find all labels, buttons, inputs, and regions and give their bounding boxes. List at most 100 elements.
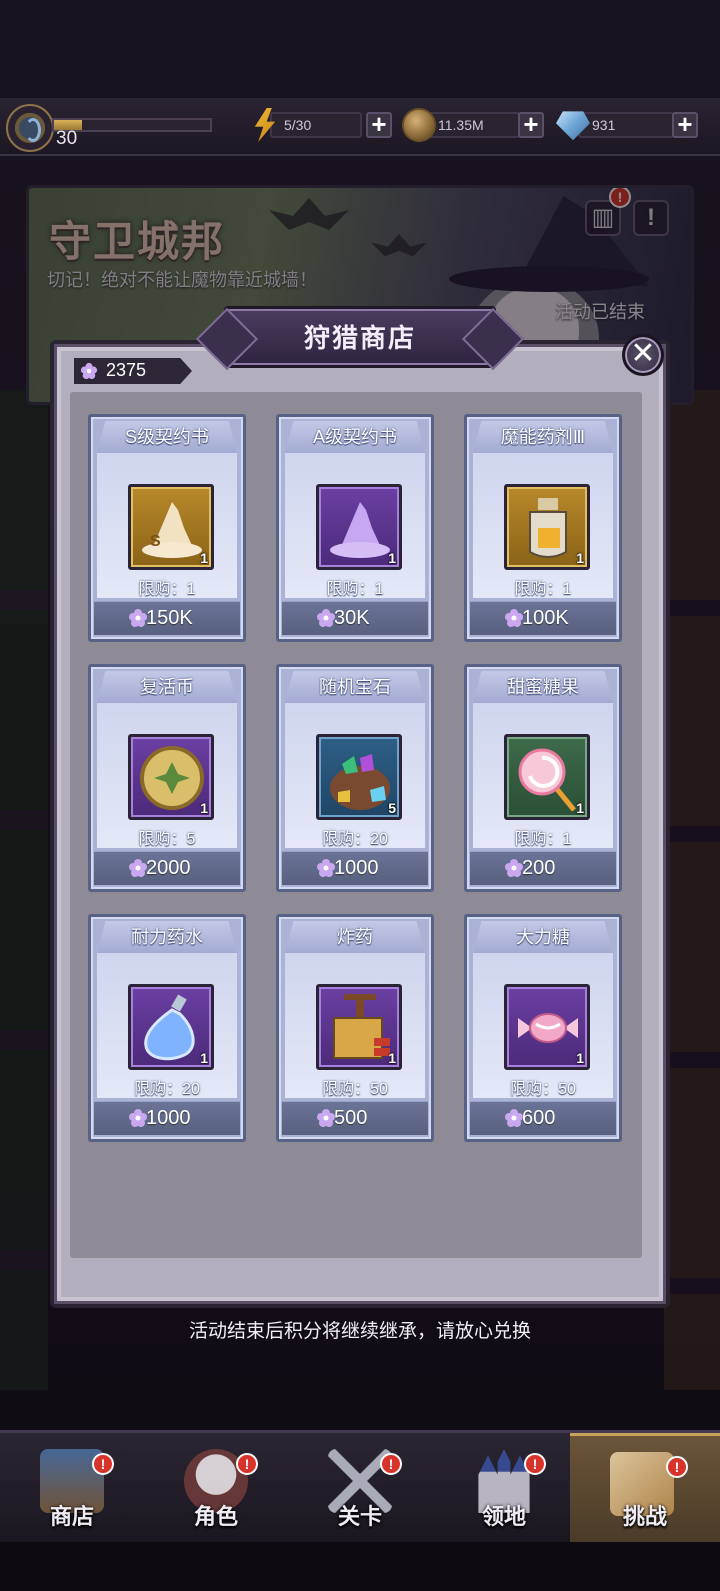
buy-price-button[interactable]: 1000 — [282, 851, 428, 885]
s-contract-book-icon: S1 — [128, 484, 214, 570]
purple-flower-icon — [129, 859, 147, 877]
purchase-limit: 限购：1 — [514, 581, 572, 598]
item-quantity: 1 — [200, 550, 208, 566]
purple-flower-icon — [317, 609, 335, 627]
coin-add-button[interactable]: + — [518, 111, 544, 138]
item-price: 150K — [146, 607, 193, 629]
coin-resource: 11.35M + — [402, 108, 544, 142]
buy-price-button[interactable]: 600 — [470, 1101, 616, 1135]
revive-coin-icon: 1 — [128, 734, 214, 820]
nav-stage[interactable]: ! 关卡 — [288, 1433, 432, 1545]
item-name: 耐力药水 — [131, 927, 203, 947]
purchase-limit: 限购：1 — [326, 581, 384, 598]
coin-icon — [402, 108, 436, 142]
purchase-limit: 限购：5 — [138, 831, 196, 848]
item-quantity: 1 — [576, 800, 584, 816]
gem-add-button[interactable]: + — [672, 111, 698, 138]
nav-label: 角色 — [193, 1504, 238, 1529]
notification-badge: ! — [380, 1453, 402, 1475]
item-price: 100K — [522, 607, 569, 629]
item-price: 2000 — [146, 857, 191, 879]
modal-title: 狩猎商店 — [303, 323, 416, 353]
close-button[interactable]: ✕ — [622, 334, 664, 376]
shop-item-card[interactable]: 耐力药水 1 限购：20 1000 — [88, 914, 246, 1142]
item-name: 甜蜜糖果 — [507, 677, 579, 697]
notification-badge: ! — [524, 1453, 546, 1475]
coin-value: 11.35M — [424, 112, 520, 138]
shop-item-card[interactable]: 魔能药剂Ⅲ 1 限购：1 100K — [464, 414, 622, 642]
item-name: A级契约书 — [312, 427, 397, 447]
item-name: S级契约书 — [124, 427, 209, 447]
energy-add-button[interactable]: + — [366, 111, 392, 138]
buy-price-button[interactable]: 30K — [282, 601, 428, 635]
item-quantity: 1 — [576, 1050, 584, 1066]
points-display: 2375 — [74, 358, 192, 384]
bottom-navigation: ! 商店 ! 角色 ! 关卡 ! 领地 ! 挑战 — [0, 1430, 720, 1545]
gem-value: 931 — [578, 112, 674, 138]
purple-flower-icon — [505, 609, 523, 627]
svg-text:S: S — [150, 533, 161, 550]
nav-character[interactable]: ! 角色 — [144, 1433, 288, 1545]
purchase-limit: 限购：20 — [134, 1081, 200, 1098]
purple-flower-icon — [129, 609, 147, 627]
purple-flower-icon — [505, 1109, 523, 1127]
item-price: 1000 — [334, 857, 379, 879]
nav-label: 领地 — [481, 1504, 526, 1529]
player-level: 30 — [56, 128, 78, 149]
buy-price-button[interactable]: 100K — [470, 601, 616, 635]
buy-price-button[interactable]: 1000 — [94, 1101, 240, 1135]
item-price: 500 — [334, 1107, 368, 1129]
purchase-limit: 限购：1 — [138, 581, 196, 598]
item-name: 魔能药剂Ⅲ — [500, 427, 586, 447]
item-name: 炸药 — [337, 927, 373, 947]
notification-badge: ! — [236, 1453, 258, 1475]
item-price: 30K — [334, 607, 370, 629]
nav-label: 关卡 — [337, 1504, 382, 1529]
purchase-limit: 限购：50 — [322, 1081, 388, 1098]
notification-badge: ! — [666, 1456, 688, 1478]
lollipop-candy-icon: 1 — [504, 734, 590, 820]
purple-flower-icon — [505, 859, 523, 877]
shop-item-card[interactable]: 甜蜜糖果 1 限购：1 200 — [464, 664, 622, 892]
gem-resource: 931 + — [556, 111, 698, 141]
top-status-bar: 30 5/30 + 11.35M + 931 + — [0, 98, 720, 156]
purple-flower-icon — [129, 1109, 147, 1127]
gem-bag-icon: 5 — [316, 734, 402, 820]
buy-price-button[interactable]: 200 — [470, 851, 616, 885]
system-bar-area — [0, 1542, 720, 1591]
mana-potion-icon: 1 — [504, 484, 590, 570]
purple-flower-icon — [317, 1109, 335, 1127]
purple-flower-icon — [80, 362, 98, 380]
item-quantity: 1 — [200, 1050, 208, 1066]
item-quantity: 1 — [200, 800, 208, 816]
shop-item-card[interactable]: 大力糖 1 限购：50 600 — [464, 914, 622, 1142]
buy-price-button[interactable]: 2000 — [94, 851, 240, 885]
item-quantity: 1 — [388, 1050, 396, 1066]
shop-item-card[interactable]: 复活币 1 限购：5 2000 — [88, 664, 246, 892]
a-contract-book-icon: 1 — [316, 484, 402, 570]
power-candy-icon: 1 — [504, 984, 590, 1070]
item-name: 随机宝石 — [319, 677, 391, 697]
shop-item-card[interactable]: A级契约书 1 限购：1 30K — [276, 414, 434, 642]
purchase-limit: 限购：20 — [322, 831, 388, 848]
buy-price-button[interactable]: 150K — [94, 601, 240, 635]
nav-label: 商店 — [49, 1504, 94, 1529]
nav-label: 挑战 — [622, 1504, 667, 1529]
nav-territory[interactable]: ! 领地 — [432, 1433, 576, 1545]
close-icon: ✕ — [630, 337, 656, 370]
item-name: 大力糖 — [516, 927, 570, 947]
shop-item-card[interactable]: 随机宝石 5 限购：20 1000 — [276, 664, 434, 892]
player-level-emblem-icon[interactable] — [6, 104, 54, 152]
item-quantity: 1 — [388, 550, 396, 566]
nav-shop[interactable]: ! 商店 — [0, 1433, 144, 1545]
purple-flower-icon — [317, 859, 335, 877]
nav-challenge[interactable]: ! 挑战 — [570, 1433, 720, 1545]
stamina-potion-icon: 1 — [128, 984, 214, 1070]
buy-price-button[interactable]: 500 — [282, 1101, 428, 1135]
purchase-limit: 限购：1 — [514, 831, 572, 848]
notification-badge: ! — [92, 1453, 114, 1475]
energy-resource: 5/30 + — [248, 108, 392, 142]
shop-item-card[interactable]: S级契约书 S 1 限购：1 150K — [88, 414, 246, 642]
shop-item-card[interactable]: 炸药 1 限购：50 500 — [276, 914, 434, 1142]
item-price: 600 — [522, 1107, 556, 1129]
